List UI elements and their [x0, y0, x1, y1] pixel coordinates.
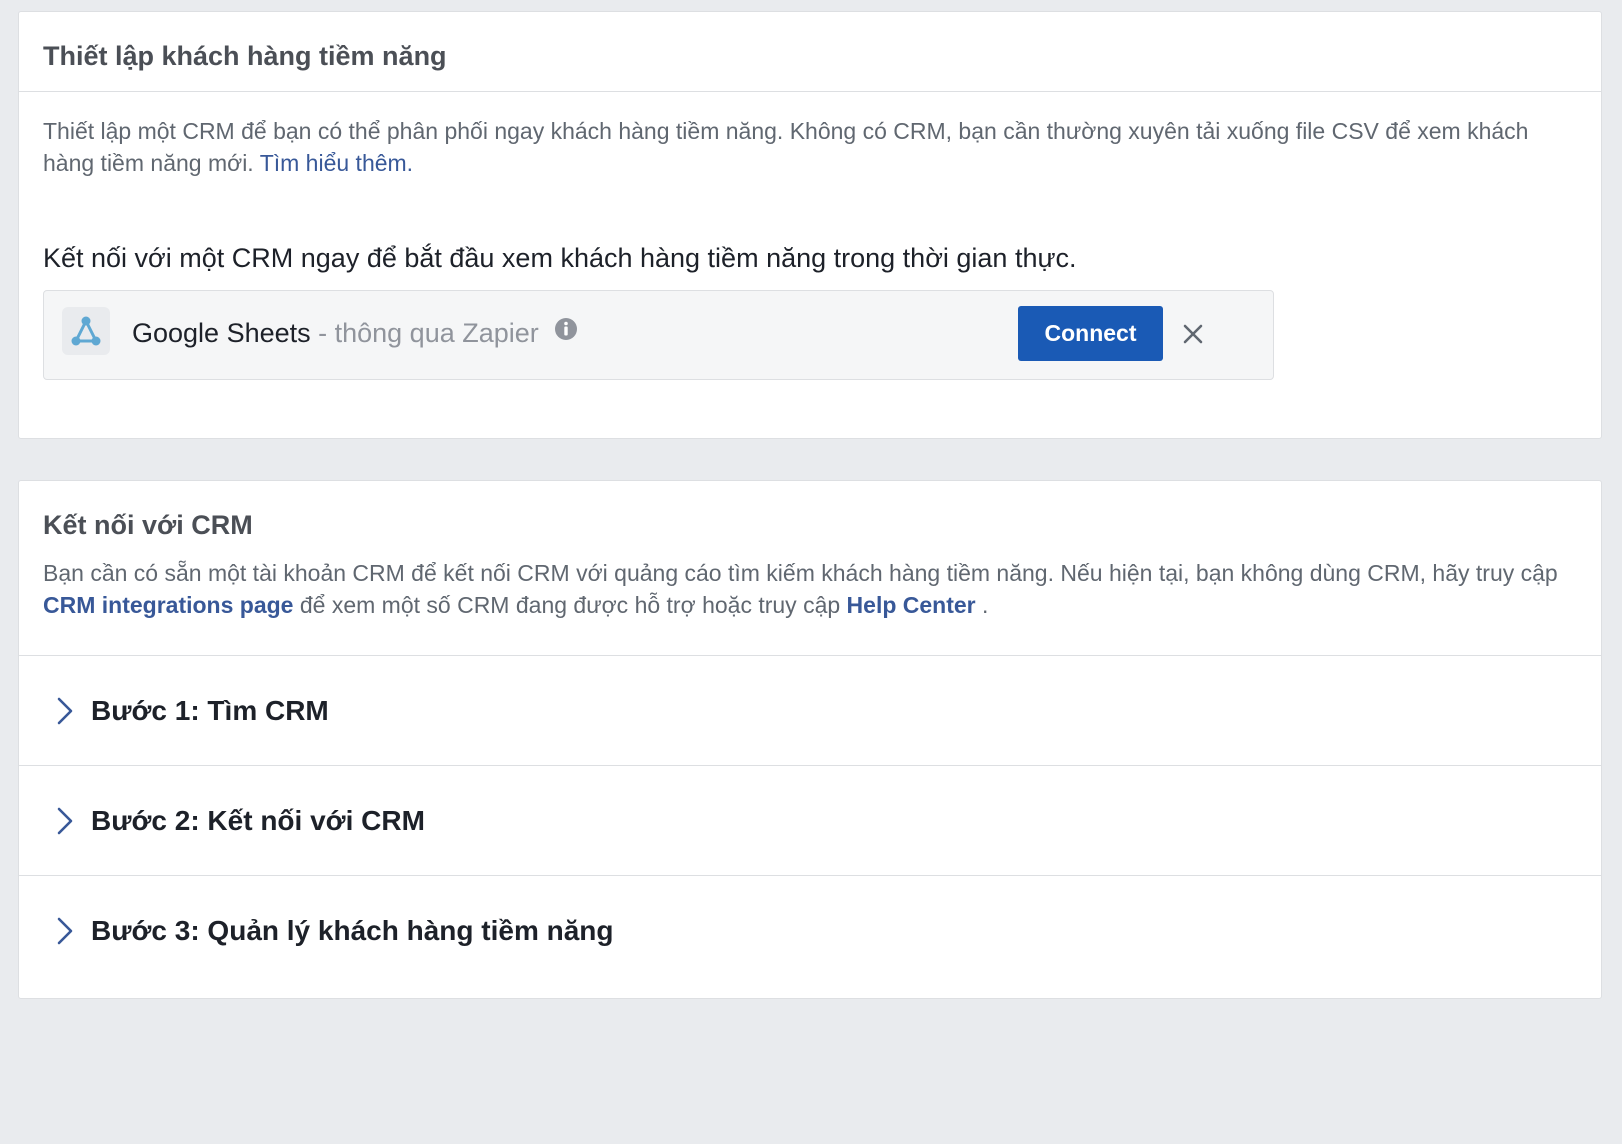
step-2-row[interactable]: Bước 2: Kết nối với CRM	[19, 765, 1601, 875]
chevron-right-icon	[57, 917, 73, 945]
crm-option-row: Google Sheets - thông qua Zapier Connect	[43, 290, 1274, 380]
close-icon[interactable]	[1182, 323, 1204, 345]
step-3-label: Bước 3: Quản lý khách hàng tiềm năng	[91, 915, 614, 946]
chevron-right-icon	[57, 807, 73, 835]
crm-name-label: Google Sheets - thông qua Zapier	[132, 316, 578, 350]
lead-setup-title: Thiết lập khách hàng tiềm năng	[43, 41, 447, 71]
connect-crm-title: Kết nối với CRM	[43, 510, 253, 540]
connect-crm-card: Kết nối với CRM Bạn cần có sẵn một tài k…	[18, 480, 1602, 999]
connect-crm-subheading: Kết nối với một CRM ngay để bắt đầu xem …	[43, 243, 1077, 273]
connect-crm-description-part1: Bạn cần có sẵn một tài khoản CRM để kết …	[43, 560, 1558, 586]
lead-setup-description: Thiết lập một CRM để bạn có thể phân phố…	[43, 115, 1573, 179]
connect-button[interactable]: Connect	[1018, 306, 1163, 361]
learn-more-link[interactable]: Tìm hiểu thêm.	[260, 150, 413, 176]
step-2-label: Bước 2: Kết nối với CRM	[91, 805, 425, 836]
connect-crm-description-part3: .	[975, 592, 989, 618]
lead-setup-card: Thiết lập khách hàng tiềm năng Thiết lập…	[18, 11, 1602, 439]
step-3-row[interactable]: Bước 3: Quản lý khách hàng tiềm năng	[19, 875, 1601, 985]
connect-crm-description-part2: để xem một số CRM đang được hỗ trợ hoặc …	[293, 592, 847, 618]
step-1-label: Bước 1: Tìm CRM	[91, 695, 329, 726]
steps-list: Bước 1: Tìm CRM Bước 2: Kết nối với CRM …	[19, 655, 1601, 985]
zapier-network-icon	[62, 307, 110, 355]
step-1-row[interactable]: Bước 1: Tìm CRM	[19, 655, 1601, 765]
crm-integrations-link[interactable]: CRM integrations page	[43, 592, 293, 618]
help-center-link[interactable]: Help Center	[847, 592, 976, 618]
info-icon[interactable]	[554, 317, 578, 341]
chevron-right-icon	[57, 697, 73, 725]
connect-crm-description: Bạn cần có sẵn một tài khoản CRM để kết …	[43, 557, 1573, 621]
crm-name: Google Sheets	[132, 318, 311, 348]
lead-setup-header: Thiết lập khách hàng tiềm năng	[19, 12, 1601, 92]
crm-via-text: - thông qua Zapier	[310, 318, 539, 348]
